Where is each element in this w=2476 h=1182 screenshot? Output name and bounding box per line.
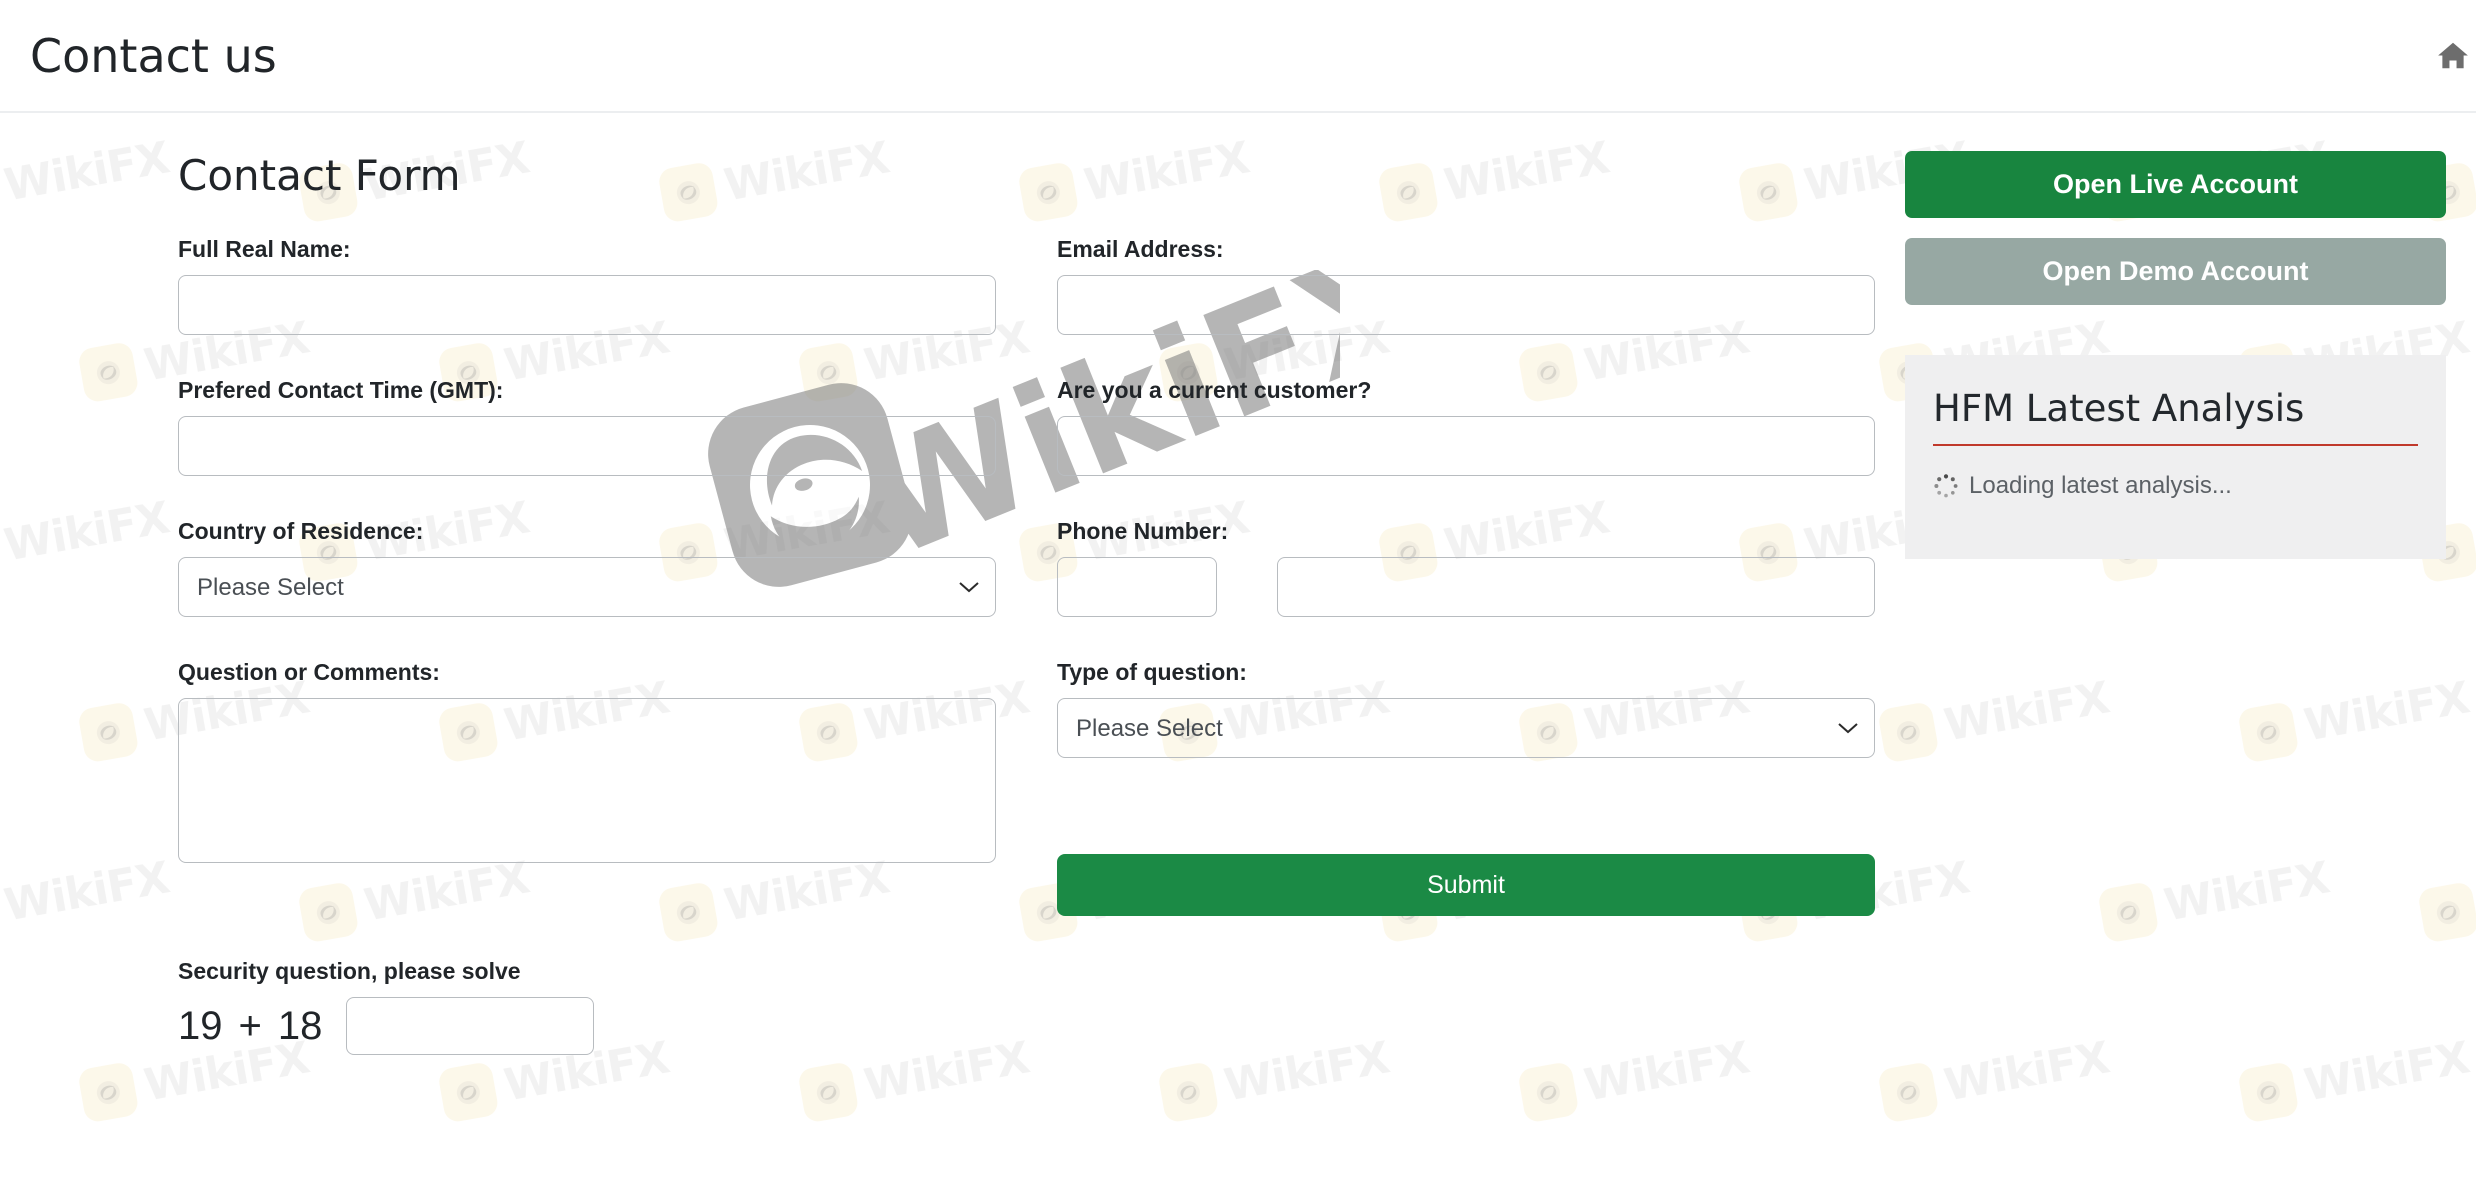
contact-time-label: Prefered Contact Time (GMT): <box>178 377 504 403</box>
phone-number-input[interactable] <box>1277 557 1875 617</box>
loading-spinner-icon <box>1934 474 1958 498</box>
page-body: Contact Form Full Real Name: Email Addre… <box>0 113 2476 1097</box>
comments-textarea[interactable] <box>178 698 996 863</box>
question-type-label: Type of question: <box>1057 659 1247 685</box>
contact-form-heading: Contact Form <box>178 151 461 200</box>
field-country: Country of Residence: Please Select <box>178 518 996 617</box>
email-input[interactable] <box>1057 275 1875 335</box>
captcha-answer-input[interactable] <box>346 997 595 1055</box>
phone-label: Phone Number: <box>1057 518 1229 544</box>
field-phone: Phone Number: <box>1057 518 1875 617</box>
field-email: Email Address: <box>1057 236 1875 335</box>
form-row-country-phone: Country of Residence: Please Select Phon… <box>178 518 1905 659</box>
page-header: Contact us / <box>0 0 2476 113</box>
field-comments: Question or Comments: <box>178 659 996 916</box>
page-title: Contact us <box>30 28 277 83</box>
breadcrumb: / <box>2435 37 2476 74</box>
field-security-question: Security question, please solve 19 + 18 <box>178 958 996 1055</box>
question-type-select[interactable]: Please Select <box>1057 698 1875 758</box>
form-row-comments-type: Question or Comments: Type of question: … <box>178 659 1905 958</box>
field-current-customer: Are you a current customer? <box>1057 377 1875 476</box>
contact-form-column: Contact Form Full Real Name: Email Addre… <box>0 151 1905 1097</box>
open-demo-account-button[interactable]: Open Demo Account <box>1905 238 2446 305</box>
field-question-type: Type of question: Please Select Submit <box>1057 659 1875 916</box>
field-full-name: Full Real Name: <box>178 236 996 335</box>
latest-analysis-card: HFM Latest Analysis Loading latest analy… <box>1905 355 2446 559</box>
open-live-account-button[interactable]: Open Live Account <box>1905 151 2446 218</box>
captcha-operand-a: 19 <box>178 1003 223 1048</box>
submit-button[interactable]: Submit <box>1057 854 1875 916</box>
full-name-label: Full Real Name: <box>178 236 351 262</box>
email-label: Email Address: <box>1057 236 1224 262</box>
home-icon[interactable] <box>2435 39 2471 73</box>
security-question-label: Security question, please solve <box>178 958 521 984</box>
form-row-time-customer: Prefered Contact Time (GMT): Are you a c… <box>178 377 1905 518</box>
current-customer-label: Are you a current customer? <box>1057 377 1372 403</box>
latest-analysis-loading-text: Loading latest analysis... <box>1969 472 2232 499</box>
captcha-operator: + <box>238 1003 262 1048</box>
latest-analysis-title: HFM Latest Analysis <box>1933 387 2305 430</box>
form-row-name-email: Full Real Name: Email Address: <box>178 236 1905 377</box>
comments-label: Question or Comments: <box>178 659 440 685</box>
full-name-input[interactable] <box>178 275 996 335</box>
captcha-operand-b: 18 <box>277 1003 323 1048</box>
country-select[interactable]: Please Select <box>178 557 996 617</box>
contact-time-input[interactable] <box>178 416 996 476</box>
current-customer-input[interactable] <box>1057 416 1875 476</box>
latest-analysis-loading: Loading latest analysis... <box>1933 472 2418 500</box>
country-label: Country of Residence: <box>178 518 424 544</box>
sidebar-column: Open Live Account Open Demo Account HFM … <box>1905 151 2476 1097</box>
phone-country-code-input[interactable] <box>1057 557 1217 617</box>
field-contact-time: Prefered Contact Time (GMT): <box>178 377 996 476</box>
latest-analysis-divider <box>1933 444 2418 446</box>
